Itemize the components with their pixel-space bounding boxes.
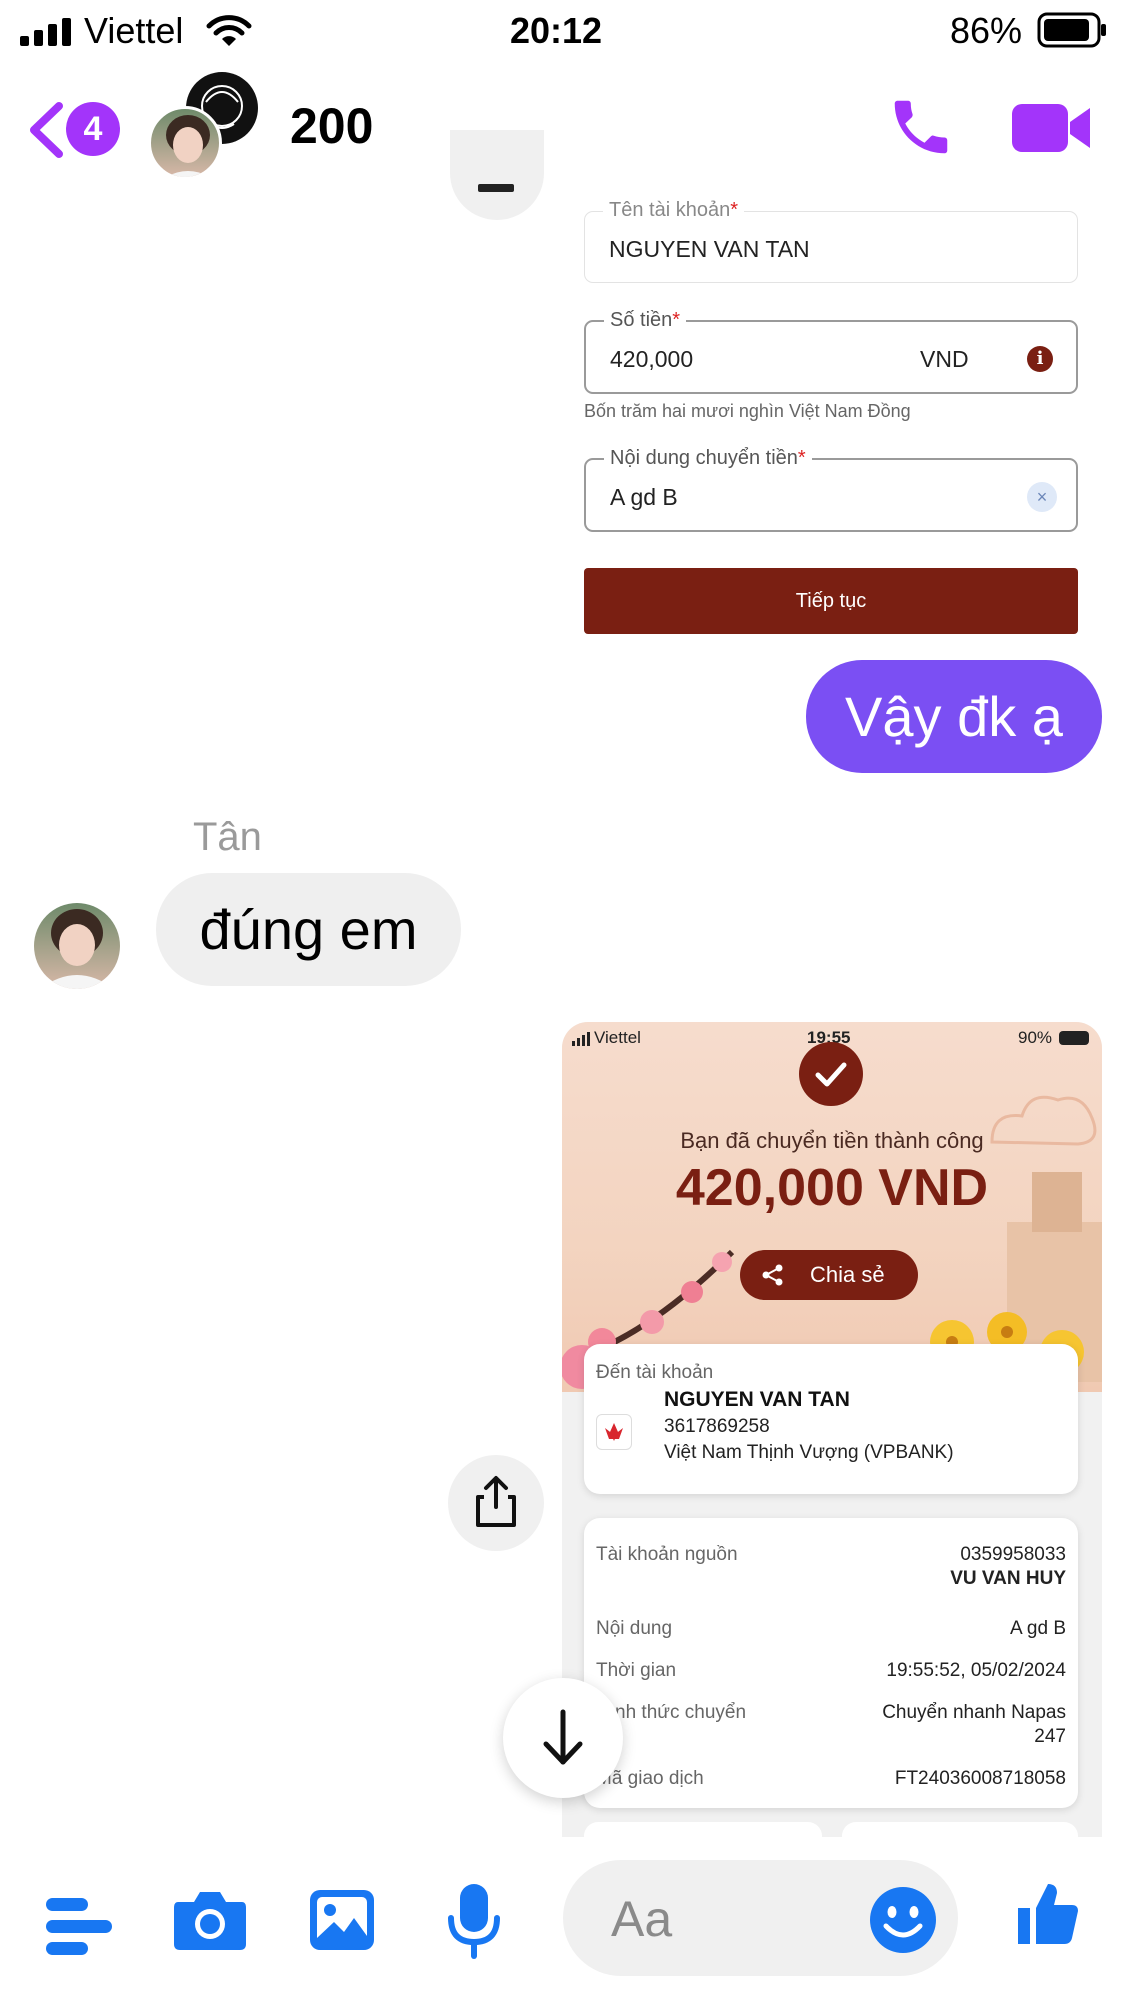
share-button-top[interactable] <box>450 130 544 220</box>
recipient-bank: Việt Nam Thịnh Vượng (VPBANK) <box>664 1442 954 1463</box>
group-avatar-front[interactable] <box>148 106 222 180</box>
content-value: A gd B <box>1010 1618 1066 1639</box>
transfer-form-image[interactable]: Tên tài khoản* NGUYEN VAN TAN Số tiền* 4… <box>570 185 1100 645</box>
outgoing-message-bubble[interactable]: Vậy đk ạ <box>806 660 1102 773</box>
source-account-name: VU VAN HUY <box>950 1568 1066 1589</box>
sender-name: Tân <box>193 815 262 859</box>
status-bar: Viettel 20:12 86% <box>0 0 1125 62</box>
share-icon <box>762 1264 783 1286</box>
user-photo-icon <box>166 115 210 177</box>
receipt-battery-percent: 90% <box>1018 1028 1053 1047</box>
amount-value: 420,000 <box>610 346 694 372</box>
amount-field: Số tiền* 420,000 VND i <box>584 309 1078 394</box>
chat-title[interactable]: 200 <box>290 96 373 156</box>
transferred-amount: 420,000 VND <box>675 1159 989 1217</box>
amount-label: Số tiền <box>610 309 673 331</box>
share-receipt-label: Chia sẻ <box>810 1262 885 1287</box>
user-photo-icon <box>40 909 114 989</box>
microphone-icon[interactable] <box>446 1882 502 1960</box>
receipt-action-right <box>842 1822 1078 1837</box>
vpbank-logo-icon <box>605 1423 623 1441</box>
arrow-down-icon <box>543 1709 583 1765</box>
receipt-action-left <box>584 1822 822 1837</box>
time-label: Thời gian <box>596 1660 677 1681</box>
transfer-content-field: Nội dung chuyển tiền* A gd B × <box>584 447 1078 532</box>
transaction-id-value: FT24036008718058 <box>894 1768 1066 1789</box>
amount-in-words: Bốn trăm hai mươi nghìn Việt Nam Đồng <box>584 401 911 421</box>
success-message: Bạn đã chuyển tiền thành công <box>680 1128 984 1153</box>
transfer-receipt-image[interactable]: Viettel 19:55 90% Bạn đã chuyển tiền thà… <box>562 1022 1102 1837</box>
wifi-icon <box>206 15 252 46</box>
clock: 20:12 <box>510 10 603 51</box>
source-account-number: 0359958033 <box>960 1544 1066 1565</box>
recipient-card: Đến tài khoản NGUYEN VAN TAN 3617869258 … <box>584 1344 1078 1494</box>
chat-header: 4 200 <box>0 62 1125 192</box>
share-button[interactable] <box>448 1455 544 1551</box>
composer-bar: Aa <box>0 1840 1125 2001</box>
signal-icon <box>20 18 71 46</box>
message-input-placeholder: Aa <box>611 1891 673 1947</box>
transfer-content-label: Nội dung chuyển tiền <box>610 447 798 469</box>
success-check-icon <box>799 1042 863 1106</box>
bank-logo <box>596 1414 632 1450</box>
battery-percent: 86% <box>950 10 1023 51</box>
back-chevron-icon[interactable] <box>26 100 66 160</box>
sender-avatar[interactable] <box>34 903 120 989</box>
incoming-message-bubble[interactable]: đúng em <box>156 873 461 986</box>
receipt-carrier: Viettel <box>594 1028 641 1047</box>
battery-icon <box>1037 12 1106 48</box>
share-receipt-button: Chia sẻ <box>740 1250 918 1300</box>
menu-lines-icon[interactable] <box>46 1894 112 1958</box>
currency-label: VND <box>920 346 969 372</box>
share-icon-top <box>478 184 514 192</box>
emoji-icon[interactable] <box>869 1886 937 1954</box>
share-upload-icon <box>476 1476 516 1527</box>
account-name-field: Tên tài khoản* NGUYEN VAN TAN <box>584 199 1078 283</box>
clear-icon[interactable]: × <box>1027 482 1057 512</box>
scroll-to-bottom-button[interactable] <box>503 1678 623 1798</box>
unread-badge[interactable]: 4 <box>66 102 120 156</box>
method-value: Chuyển nhanh Napas <box>882 1702 1066 1723</box>
recipient-account-number: 3617869258 <box>664 1416 770 1437</box>
recipient-name: NGUYEN VAN TAN <box>664 1388 850 1411</box>
transaction-details-card: Tài khoản nguồn 0359958033 VU VAN HUY Nộ… <box>584 1518 1078 1808</box>
signal-icon <box>572 1032 590 1046</box>
message-input[interactable]: Aa <box>563 1860 958 1976</box>
video-call-icon[interactable] <box>1010 100 1094 156</box>
source-account-label: Tài khoản nguồn <box>596 1544 738 1565</box>
like-thumb-icon[interactable] <box>1012 1874 1084 1954</box>
battery-icon <box>1059 1031 1089 1045</box>
method-value-line2: 247 <box>1034 1726 1066 1747</box>
info-icon[interactable]: i <box>1027 346 1053 372</box>
continue-button: Tiếp tục <box>584 568 1078 634</box>
account-name-label: Tên tài khoản <box>609 199 731 221</box>
account-name-value: NGUYEN VAN TAN <box>609 236 810 262</box>
phone-call-icon[interactable] <box>886 92 956 162</box>
camera-icon[interactable] <box>172 1888 248 1952</box>
time-value: 19:55:52, 05/02/2024 <box>886 1660 1066 1681</box>
content-label: Nội dung <box>596 1618 673 1639</box>
transfer-content-value: A gd B <box>610 484 678 510</box>
carrier-name: Viettel <box>84 10 184 51</box>
to-account-label: Đến tài khoản <box>596 1362 714 1383</box>
gallery-icon[interactable] <box>308 1888 376 1952</box>
